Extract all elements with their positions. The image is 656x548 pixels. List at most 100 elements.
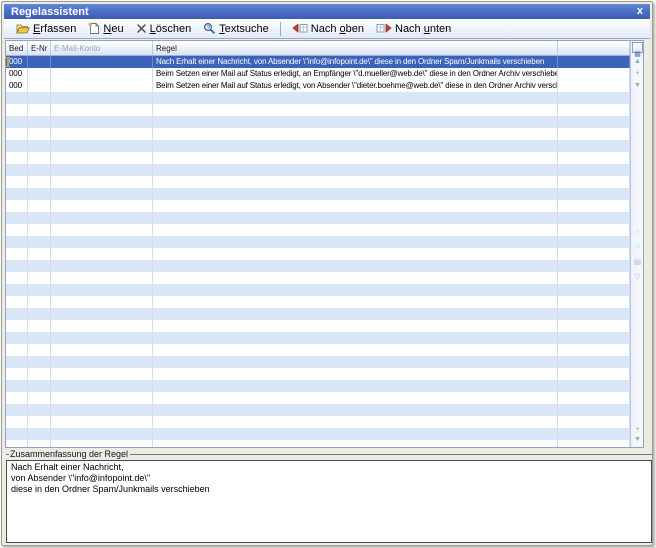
empty-cell-regel xyxy=(153,272,558,284)
cell-regel[interactable]: Nach Erhalt einer Nachricht, von Absende… xyxy=(153,56,558,68)
nach-unten-button[interactable]: Nach unten xyxy=(370,21,457,37)
empty-cell-regel xyxy=(153,212,558,224)
empty-cell-bed xyxy=(6,284,28,296)
neu-button[interactable]: Neu xyxy=(82,20,129,37)
empty-cell-extra xyxy=(558,380,630,392)
empty-cell-email-konto xyxy=(51,260,153,272)
empty-cell-regel xyxy=(153,104,558,116)
empty-cell-bed xyxy=(6,368,28,380)
empty-cell-bed xyxy=(6,164,28,176)
empty-row xyxy=(6,404,630,416)
nav-bottom-group: +▼ xyxy=(631,426,644,444)
new-document-icon xyxy=(88,22,100,35)
empty-cell-email-konto xyxy=(51,284,153,296)
empty-cell-bed xyxy=(6,380,28,392)
empty-row xyxy=(6,416,630,428)
empty-cell-bed xyxy=(6,176,28,188)
loeschen-label: Löschen xyxy=(150,23,192,35)
loeschen-button[interactable]: Löschen xyxy=(130,21,198,37)
cell-extra[interactable] xyxy=(558,80,630,92)
cell-enr[interactable] xyxy=(28,68,51,80)
cell-bed[interactable]: 000 xyxy=(6,68,28,80)
cell-regel[interactable]: Beim Setzen einer Mail auf Status erledi… xyxy=(153,68,558,80)
box-icon[interactable]: ▫ xyxy=(636,227,639,236)
scroll-top-icon[interactable]: ▲ xyxy=(634,58,641,66)
empty-cell-extra xyxy=(558,344,630,356)
empty-cell-bed xyxy=(6,128,28,140)
column-header-enr[interactable]: E-Nr xyxy=(28,41,51,55)
cell-bed[interactable]: 000 xyxy=(6,80,28,92)
empty-cell-regel xyxy=(153,308,558,320)
empty-cell-email-konto xyxy=(51,128,153,140)
zoom-icon[interactable]: ○ xyxy=(635,242,640,251)
empty-row xyxy=(6,200,630,212)
cell-regel[interactable]: Beim Setzen einer Mail auf Status erledi… xyxy=(153,80,558,92)
cell-email-konto[interactable] xyxy=(51,80,153,92)
regelassistent-window: Regelassistent x Erfassen Neu xyxy=(1,1,653,546)
add-row-icon[interactable]: + xyxy=(635,426,639,434)
textsuche-button[interactable]: ? Textsuche xyxy=(197,20,275,37)
empty-row xyxy=(6,248,630,260)
empty-cell-email-konto xyxy=(51,92,153,104)
empty-cell-enr xyxy=(28,260,51,272)
groupbox-line-left xyxy=(6,454,9,455)
empty-cell-enr xyxy=(28,236,51,248)
empty-row xyxy=(6,140,630,152)
summary-text: Nach Erhalt einer Nachricht, von Absende… xyxy=(6,460,652,543)
rule-row[interactable]: 000 Beim Setzen einer Mail auf Status erl… xyxy=(6,80,630,92)
empty-cell-regel xyxy=(153,140,558,152)
empty-cell-bed xyxy=(6,320,28,332)
empty-cell-email-konto xyxy=(51,404,153,416)
empty-row xyxy=(6,320,630,332)
empty-row xyxy=(6,176,630,188)
list-icon[interactable]: ▤ xyxy=(634,257,642,266)
empty-row xyxy=(6,212,630,224)
empty-row xyxy=(6,296,630,308)
empty-row xyxy=(6,188,630,200)
delete-x-icon xyxy=(136,23,147,34)
cell-enr[interactable] xyxy=(28,56,51,68)
empty-cell-extra xyxy=(558,128,630,140)
svg-text:?: ? xyxy=(207,24,211,31)
empty-cell-extra xyxy=(558,308,630,320)
empty-cell-extra xyxy=(558,212,630,224)
empty-cell-extra xyxy=(558,320,630,332)
grid-body: 000 Nach Erhalt einer Nachricht, von Abse… xyxy=(6,56,630,447)
cell-email-konto[interactable] xyxy=(51,56,153,68)
empty-cell-extra xyxy=(558,200,630,212)
rule-row[interactable]: 000Nach Erhalt einer Nachricht, von Abse… xyxy=(6,56,630,68)
erfassen-button[interactable]: Erfassen xyxy=(10,20,82,37)
empty-cell-email-konto xyxy=(51,428,153,440)
cell-extra[interactable] xyxy=(558,68,630,80)
empty-cell-regel xyxy=(153,344,558,356)
empty-cell-bed xyxy=(6,428,28,440)
scroll-bottom-icon[interactable]: ▼ xyxy=(634,436,641,444)
empty-cell-regel xyxy=(153,236,558,248)
column-header-bed[interactable]: Bed xyxy=(6,41,28,55)
grid-customize-button[interactable]: ▦ xyxy=(632,42,643,53)
cell-email-konto[interactable] xyxy=(51,68,153,80)
scroll-next-icon[interactable]: ▼ xyxy=(634,82,641,90)
filter-icon[interactable]: ▽ xyxy=(634,272,640,281)
toolbar: Erfassen Neu Löschen xyxy=(4,19,650,39)
column-header-email-konto[interactable]: E-Mail-Konto xyxy=(51,41,153,55)
nach-oben-label: Nach oben xyxy=(311,23,364,35)
empty-cell-enr xyxy=(28,320,51,332)
empty-cell-email-konto xyxy=(51,104,153,116)
column-header-extra[interactable] xyxy=(558,41,630,55)
nach-oben-button[interactable]: Nach oben xyxy=(286,21,370,37)
empty-cell-enr xyxy=(28,272,51,284)
groupbox-line-right xyxy=(130,454,652,455)
rule-row[interactable]: 000 Beim Setzen einer Mail auf Status erl… xyxy=(6,68,630,80)
empty-row xyxy=(6,236,630,248)
add-row-icon[interactable]: + xyxy=(635,70,639,78)
empty-cell-extra xyxy=(558,404,630,416)
title-bar[interactable]: Regelassistent x xyxy=(4,4,650,19)
cell-enr[interactable] xyxy=(28,80,51,92)
column-header-regel[interactable]: Regel xyxy=(153,41,558,55)
move-down-icon xyxy=(376,23,392,34)
close-icon[interactable]: x xyxy=(637,6,643,17)
cell-extra[interactable] xyxy=(558,56,630,68)
empty-cell-extra xyxy=(558,368,630,380)
window-title: Regelassistent xyxy=(11,6,89,18)
